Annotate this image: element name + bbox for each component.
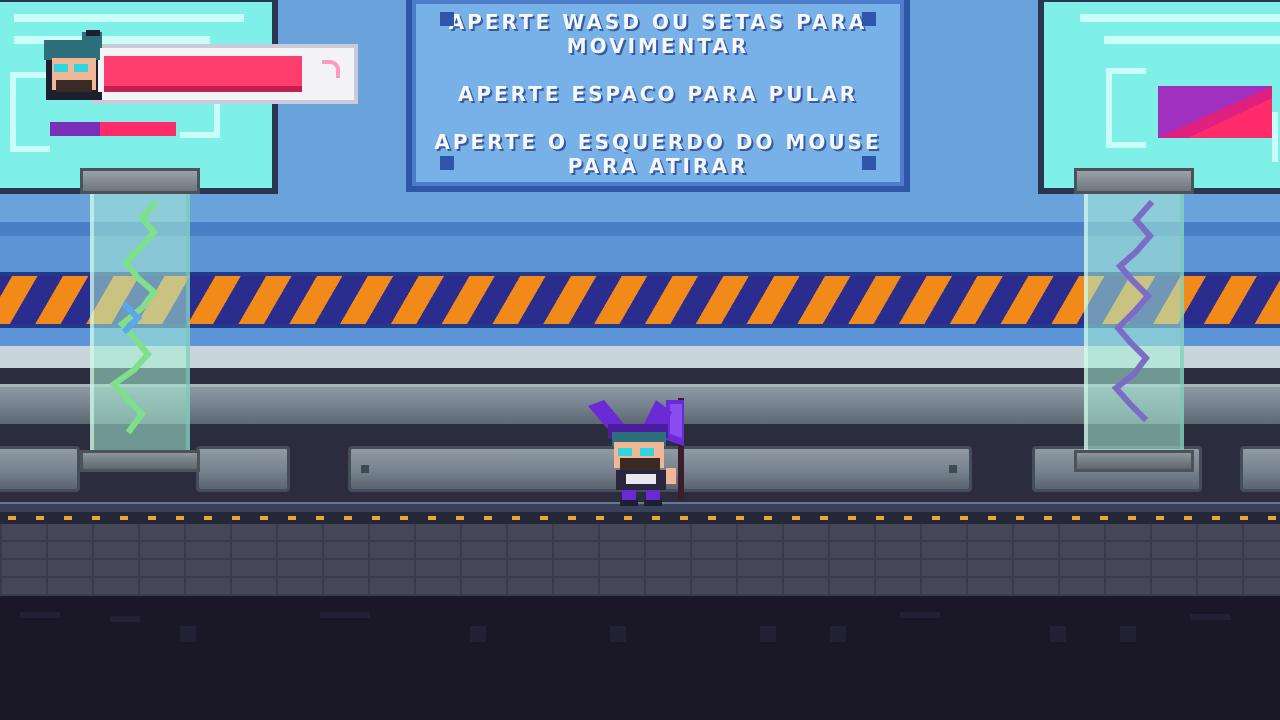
floor-warning-lights	[0, 512, 1280, 524]
instruction-shoot-1: APERTE O ESQUERDO DO MOUSE	[434, 130, 882, 154]
instructions-panel: APERTE WASD OU SETAS PARA MOVIMENTAR APE…	[412, 0, 904, 186]
wizard-player-icon[interactable]	[582, 394, 694, 508]
instruction-shoot-2: PARA ATIRAR	[567, 154, 749, 178]
board-bolt	[862, 12, 876, 26]
stone-floor	[0, 524, 1280, 596]
floor-shadow	[0, 596, 1280, 720]
pipe-segment	[0, 446, 80, 492]
board-bolt	[440, 156, 454, 170]
health-bar	[92, 44, 358, 104]
tube-base	[1074, 450, 1194, 472]
board-bolt	[440, 12, 454, 26]
board-bolt	[862, 156, 876, 170]
floor-pattern	[20, 612, 1230, 642]
instruction-jump: APERTE ESPACO PARA PULAR	[457, 82, 859, 106]
tube-glass	[90, 194, 190, 450]
specimen-tube-left	[80, 168, 200, 472]
tube-cap	[1074, 168, 1194, 194]
pipe-segment	[1240, 446, 1280, 492]
liquid-wave	[1111, 199, 1155, 423]
tube-cap	[80, 168, 200, 194]
instructions-board: APERTE WASD OU SETAS PARA MOVIMENTAR APE…	[406, 0, 910, 192]
tube-base	[80, 450, 200, 472]
player-portrait-icon	[44, 30, 102, 100]
game-scene[interactable]: APERTE WASD OU SETAS PARA MOVIMENTAR APE…	[0, 0, 1280, 720]
energy-bar-fill	[100, 122, 176, 136]
pipe-segment	[196, 446, 290, 492]
ability-indicator	[1158, 86, 1272, 138]
energy-bar	[50, 122, 176, 136]
specimen-tube-right	[1074, 168, 1194, 472]
instruction-move-2: MOVIMENTAR	[566, 34, 750, 58]
rivet	[361, 465, 369, 473]
ability-gradient-icon	[1158, 86, 1272, 138]
liquid-wave	[109, 199, 159, 435]
health-shine	[322, 60, 340, 78]
tube-glass	[1084, 194, 1184, 450]
rivet	[949, 465, 957, 473]
health-bar-fill	[104, 56, 302, 92]
instruction-move-1: APERTE WASD OU SETAS PARA	[448, 10, 868, 34]
